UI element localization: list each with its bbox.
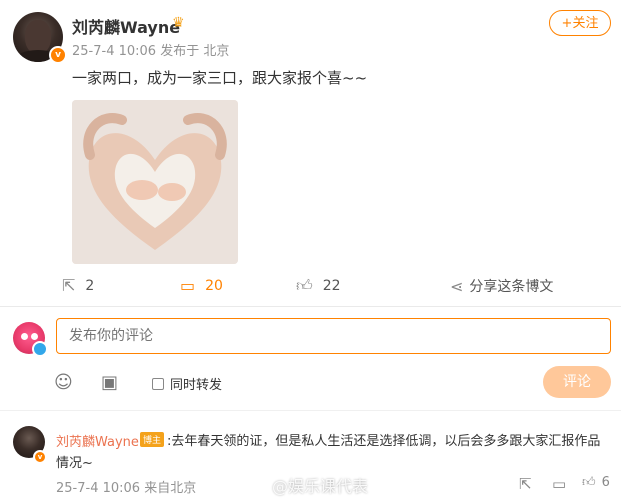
comment-like-count: 6 <box>601 475 610 490</box>
post-meta: 25-7-4 10:06 发布于 北京 <box>72 44 230 59</box>
like-count: 22 <box>322 278 341 294</box>
checkbox-box[interactable] <box>152 377 164 390</box>
repost-icon: ⇱ <box>62 276 76 295</box>
repost-count: 2 <box>85 277 95 294</box>
comment-text-continued: 情况~ <box>56 456 93 471</box>
heart-hands-photo <box>72 100 238 264</box>
like-button[interactable]: 👍︎ 22 <box>296 276 341 296</box>
crown-icon: ♛ <box>172 15 185 31</box>
author-name[interactable]: 刘芮麟Wayne <box>72 14 180 38</box>
share-button[interactable]: ⋖ 分享这条博文 <box>450 276 553 296</box>
comment-author[interactable]: 刘芮麟Wayne <box>56 431 139 450</box>
follow-button[interactable]: +关注 <box>549 10 611 36</box>
comment-input[interactable] <box>56 318 611 354</box>
comment-icon: ▭ <box>180 276 196 295</box>
share-label: 分享这条博文 <box>469 279 554 295</box>
comment-like-button[interactable]: 👍︎ 6 <box>582 475 610 490</box>
image-icon[interactable]: ▣ <box>101 372 118 393</box>
my-avatar[interactable] <box>13 322 48 357</box>
like-icon: 👍︎ <box>582 475 596 490</box>
comment-text: :去年春天领的证，但是私人生活还是选择低调，以后会多多跟大家汇报作品 <box>167 434 601 449</box>
comment-meta: 25-7-4 10:06 来自北京 <box>56 481 197 496</box>
divider <box>0 410 621 411</box>
comment-count: 20 <box>205 277 223 294</box>
verified-badge-icon: v <box>33 450 47 464</box>
divider <box>0 306 621 307</box>
like-icon: 👍︎ <box>296 276 313 295</box>
comment-reply-icon[interactable]: ▭ <box>552 475 566 493</box>
repost-check-label: 同时转发 <box>170 378 223 393</box>
submit-comment-button[interactable]: 评论 <box>543 366 611 398</box>
repost-button[interactable]: ⇱ 2 <box>62 276 94 295</box>
post-text: 一家两口，成为一家三口，跟大家报个喜~~ <box>72 69 368 87</box>
repost-checkbox[interactable]: 同时转发 <box>152 374 222 393</box>
share-icon: ⋖ <box>450 276 464 296</box>
watermark: @娱乐课代表 <box>272 477 369 496</box>
emoji-icon[interactable]: ☺ <box>54 372 73 393</box>
post-image[interactable] <box>72 100 238 264</box>
comment-button[interactable]: ▭ 20 <box>180 276 223 295</box>
verified-badge-icon: v <box>49 46 67 64</box>
verified-badge-icon <box>32 341 48 357</box>
blogger-tag: 博主 <box>140 432 165 447</box>
comment-repost-icon[interactable]: ⇱ <box>519 475 532 493</box>
